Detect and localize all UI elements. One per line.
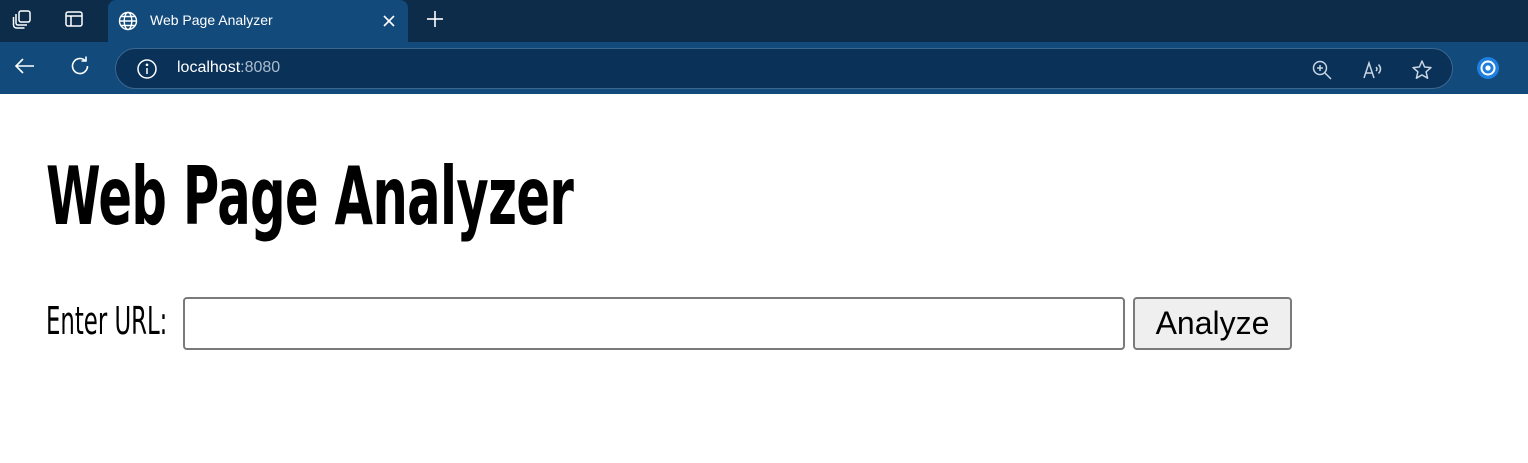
zoom-icon[interactable]: [1310, 58, 1334, 82]
reload-icon: [68, 54, 92, 83]
address-port: :8080: [240, 59, 281, 76]
new-tab-button[interactable]: [420, 6, 450, 36]
copilot-icon[interactable]: [1476, 56, 1500, 80]
tab-strip: Web Page Analyzer: [0, 0, 1528, 42]
address-bar[interactable]: localhost:8080: [115, 48, 1453, 89]
analyze-button[interactable]: Analyze: [1133, 297, 1292, 350]
tab-title: Web Page Analyzer: [150, 12, 273, 28]
plus-icon: [425, 9, 445, 34]
info-icon[interactable]: [136, 58, 158, 80]
back-arrow-icon: [13, 54, 37, 83]
close-icon[interactable]: [380, 12, 398, 30]
back-button[interactable]: [9, 52, 41, 84]
address-url[interactable]: localhost:8080: [177, 59, 280, 77]
workspaces-button[interactable]: [6, 6, 38, 36]
url-label: Enter URL:: [46, 299, 168, 343]
page-title: Web Page Analyzer: [46, 150, 574, 243]
tab-actions-button[interactable]: [58, 6, 90, 36]
address-host: localhost: [177, 59, 241, 76]
tab-actions-icon: [64, 9, 84, 34]
url-input[interactable]: [183, 297, 1125, 350]
page-content: Web Page Analyzer Enter URL: Analyze: [0, 94, 1528, 463]
browser-toolbar: localhost:8080: [0, 42, 1528, 94]
reload-button[interactable]: [64, 52, 96, 84]
globe-icon: [118, 11, 138, 31]
read-aloud-icon[interactable]: [1361, 58, 1385, 82]
tab-web-page-analyzer[interactable]: Web Page Analyzer: [108, 0, 408, 42]
workspaces-icon: [11, 8, 33, 35]
star-icon[interactable]: [1410, 58, 1434, 82]
